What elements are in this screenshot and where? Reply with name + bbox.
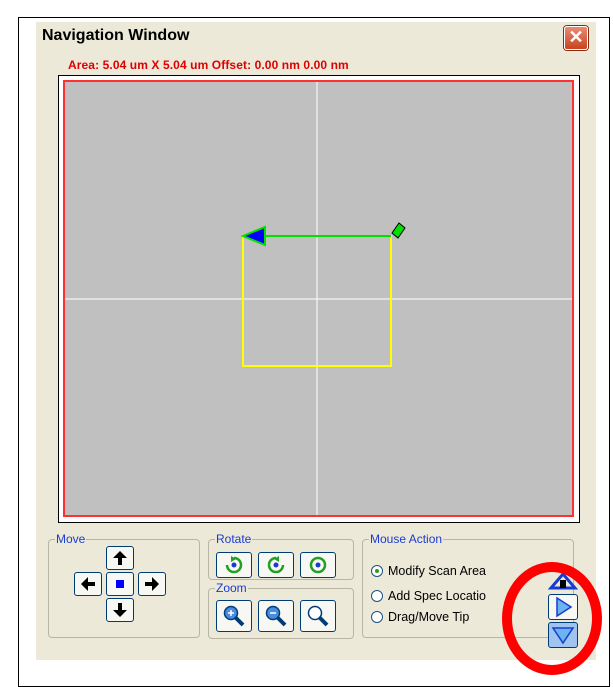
- reset-rotation-icon: [309, 556, 327, 574]
- highlight-circle-annotation: [502, 562, 602, 675]
- zoom-in-icon: [223, 605, 245, 627]
- move-right-button[interactable]: [138, 572, 166, 596]
- navigation-window: Navigation Window ✕ Area: 5.04 um X 5.04…: [36, 22, 596, 660]
- title-bar[interactable]: Navigation Window ✕: [36, 22, 596, 52]
- radio-label: Drag/Move Tip: [388, 610, 470, 624]
- right-arrow-icon: [145, 577, 159, 591]
- radio-modify-scan-area[interactable]: Modify Scan Area: [371, 562, 486, 580]
- radio-add-spec-location[interactable]: Add Spec Locatio: [371, 587, 486, 605]
- center-square-icon: [116, 580, 124, 588]
- radio-selected-icon: [371, 565, 383, 577]
- radio-drag-move-tip[interactable]: Drag/Move Tip: [371, 608, 469, 626]
- rotate-ccw-button[interactable]: [258, 552, 294, 578]
- zoom-reset-icon: [307, 605, 329, 627]
- close-icon: ✕: [568, 27, 584, 47]
- rotate-cw-icon: [225, 556, 243, 574]
- move-down-button[interactable]: [106, 598, 134, 622]
- area-offset-readout: Area: 5.04 um X 5.04 um Offset: 0.00 nm …: [68, 58, 349, 72]
- zoom-reset-button[interactable]: [300, 600, 336, 632]
- mouse-action-group-label: Mouse Action: [370, 532, 443, 546]
- window-title: Navigation Window: [42, 27, 190, 44]
- close-button[interactable]: ✕: [564, 26, 588, 50]
- rotate-ccw-icon: [267, 556, 285, 574]
- navigation-canvas[interactable]: [58, 75, 580, 523]
- zoom-out-button[interactable]: [258, 600, 294, 632]
- radio-unselected-icon: [371, 590, 383, 602]
- down-arrow-icon: [113, 603, 127, 617]
- radio-label: Add Spec Locatio: [388, 589, 486, 603]
- move-left-button[interactable]: [74, 572, 102, 596]
- radio-unselected-icon: [371, 611, 383, 623]
- rotate-cw-button[interactable]: [216, 552, 252, 578]
- move-up-button[interactable]: [106, 546, 134, 570]
- zoom-group-label: Zoom: [216, 581, 247, 595]
- up-arrow-icon: [113, 551, 127, 565]
- move-center-button[interactable]: [106, 572, 134, 596]
- radio-label: Modify Scan Area: [388, 564, 486, 578]
- move-group-label: Move: [56, 532, 86, 546]
- zoom-in-button[interactable]: [216, 600, 252, 632]
- reset-rotation-button[interactable]: [300, 552, 336, 578]
- rotate-group-label: Rotate: [216, 532, 252, 546]
- zoom-out-icon: [265, 605, 287, 627]
- left-arrow-icon: [81, 577, 95, 591]
